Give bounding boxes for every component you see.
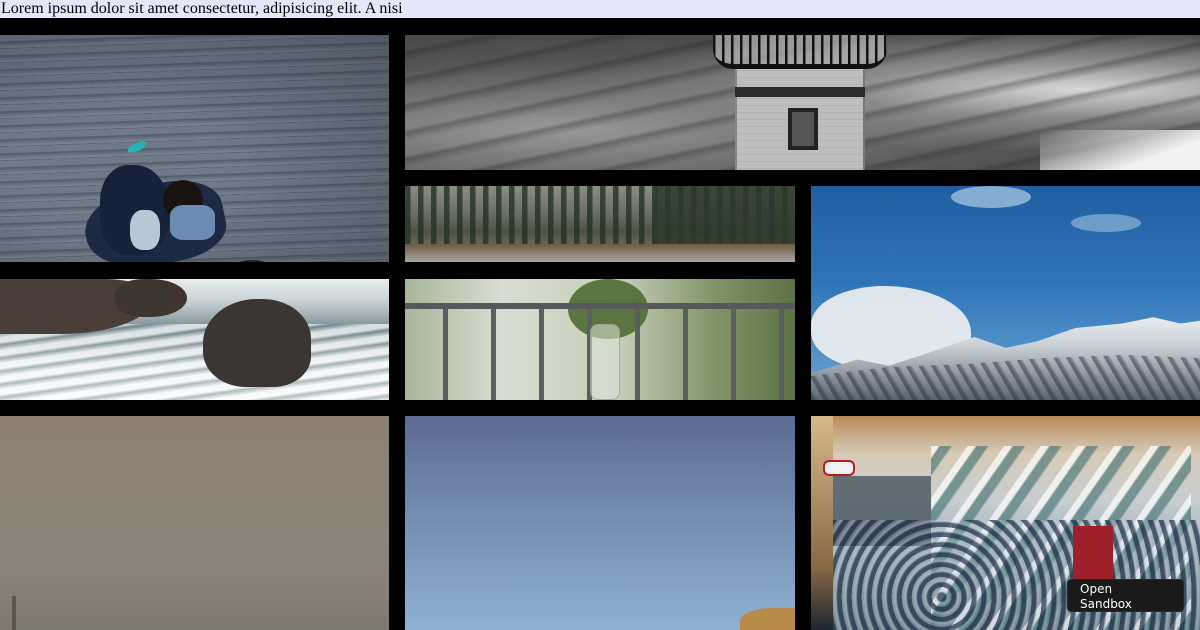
photo-couple-on-deck bbox=[0, 35, 389, 262]
photo-foggy-landscape bbox=[0, 416, 389, 630]
photo-lighthouse bbox=[405, 35, 1200, 170]
photo-snowy-mountains bbox=[811, 186, 1200, 400]
photo-forest-river bbox=[405, 186, 795, 262]
photo-balcony-plant bbox=[405, 279, 795, 400]
photo-blue-sky bbox=[405, 416, 795, 630]
photo-rocks-and-waves bbox=[0, 279, 389, 400]
open-sandbox-button[interactable]: Open Sandbox bbox=[1067, 579, 1184, 612]
header-text: Lorem ipsum dolor sit amet consectetur, … bbox=[0, 0, 1200, 18]
